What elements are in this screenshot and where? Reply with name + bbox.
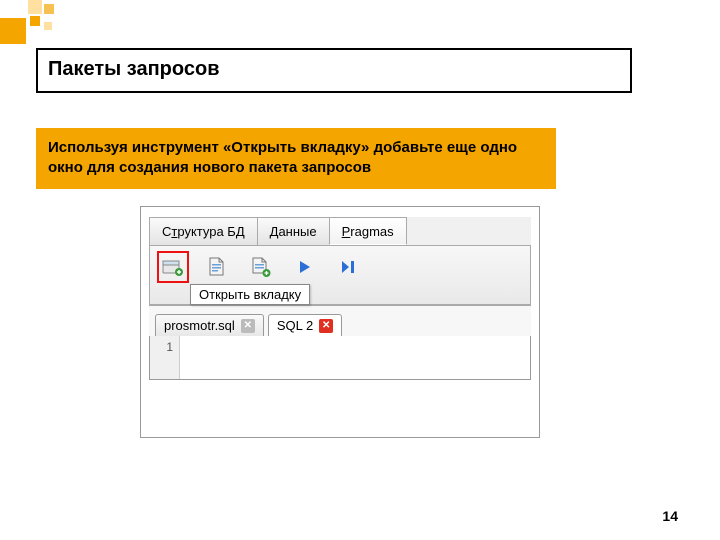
open-tab-tooltip: Открыть вкладку bbox=[190, 284, 310, 305]
file-tab-prosmotr[interactable]: prosmotr.sql ✕ bbox=[155, 314, 264, 336]
open-tab-button[interactable] bbox=[160, 254, 186, 280]
open-file-button[interactable] bbox=[204, 254, 230, 280]
file-tab-label: prosmotr.sql bbox=[164, 318, 235, 333]
run-last-button[interactable] bbox=[336, 254, 362, 280]
file-tab-label: SQL 2 bbox=[277, 318, 313, 333]
editor-code-area[interactable] bbox=[180, 336, 530, 379]
sql-editor[interactable]: 1 bbox=[149, 336, 531, 380]
instruction-text: Используя инструмент «Открыть вкладку» д… bbox=[36, 128, 556, 189]
run-button[interactable] bbox=[292, 254, 318, 280]
close-icon[interactable]: ✕ bbox=[319, 319, 333, 333]
sql-toolbar bbox=[160, 254, 520, 280]
close-icon[interactable]: ✕ bbox=[241, 319, 255, 333]
tab-data[interactable]: Данные bbox=[257, 217, 330, 245]
save-file-button[interactable] bbox=[248, 254, 274, 280]
chapter-title: Пакеты запросов bbox=[36, 48, 632, 93]
page-number: 14 bbox=[662, 508, 678, 524]
app-screenshot: Структура БД Данные Pragmas bbox=[140, 206, 540, 438]
slide-decor bbox=[0, 0, 100, 50]
file-tab-sql2[interactable]: SQL 2 ✕ bbox=[268, 314, 342, 336]
file-tabstrip: prosmotr.sql ✕ SQL 2 ✕ bbox=[149, 305, 531, 336]
main-tabstrip: Структура БД Данные Pragmas bbox=[149, 217, 531, 245]
tab-structure[interactable]: Структура БД bbox=[149, 217, 258, 245]
tab-pragmas[interactable]: Pragmas bbox=[329, 217, 407, 245]
editor-gutter: 1 bbox=[150, 336, 180, 379]
